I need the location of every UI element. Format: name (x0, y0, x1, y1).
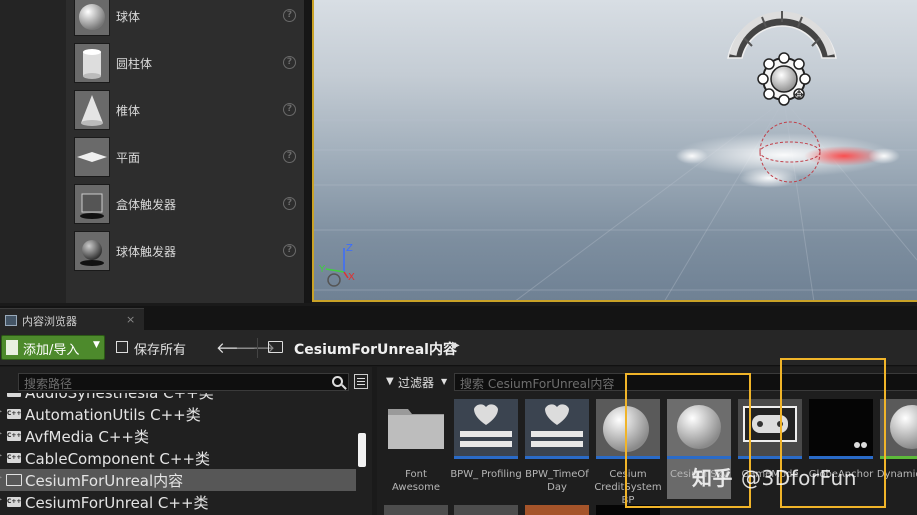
asset-tile-bpw-profiling[interactable]: BPW_ Profiling (450, 399, 522, 499)
chevron-down-icon: ▼ (441, 377, 448, 386)
cpp-folder-icon: C++ (7, 431, 22, 441)
place-item-plane[interactable]: 平面 ? (74, 135, 298, 179)
content-browser-icon (5, 315, 17, 326)
cylinder-icon (74, 43, 110, 83)
save-all-button[interactable]: 保存所有 (115, 335, 215, 360)
tree-item-label: CesiumForUnreal C++类 (25, 494, 209, 512)
tree-item-selected[interactable]: ▸ CesiumForUnreal内容 (0, 469, 356, 491)
place-item-label: 球体 (116, 10, 141, 24)
place-item-cone[interactable]: 椎体 ? (74, 88, 298, 132)
asset-tile-row2[interactable] (454, 505, 518, 515)
help-icon[interactable]: ? (283, 150, 296, 163)
place-actors-list: 球体 ? 圆柱体 ? 椎体 ? 平面 ? 盒体触发器 ? 球体触发器 ? (66, 0, 305, 303)
help-icon[interactable]: ? (283, 9, 296, 22)
place-item-sphere-trigger[interactable]: 球体触发器 ? (74, 229, 298, 273)
axis-y-label: Y (318, 264, 326, 275)
axis-z-label: Z (346, 243, 353, 254)
filters-button[interactable]: ▼ 过滤器 ▼ (385, 373, 447, 391)
add-file-icon (6, 340, 18, 355)
place-item-label: 盒体触发器 (116, 198, 177, 212)
toolbar-divider (257, 338, 258, 358)
path-search-input[interactable]: 搜索路径 (18, 373, 349, 391)
cpp-folder-icon: C++ (7, 409, 22, 419)
place-item-cylinder[interactable]: 圆柱体 ? (74, 41, 298, 85)
content-browser-tabbar: 内容浏览器 × (0, 306, 917, 330)
place-categories-strip (0, 0, 66, 303)
watermark-logo: 知乎 (692, 466, 733, 490)
tree-item-label: CesiumForUnreal内容 (25, 472, 184, 490)
add-import-button[interactable]: 添加/导入 ▼ (1, 335, 105, 360)
asset-tile-row2[interactable] (525, 505, 589, 515)
search-icon[interactable] (332, 376, 343, 387)
save-icon (116, 341, 128, 353)
axis-x-label: X (348, 272, 355, 283)
tree-item-label: CableComponent C++类 (25, 450, 211, 468)
asset-search-placeholder: 搜索 CesiumForUnreal内容 (460, 377, 615, 391)
tree-item[interactable]: ▸ C++ AutomationUtils C++类 (0, 403, 356, 425)
place-item-sphere[interactable]: 球体 ? (74, 0, 298, 38)
save-all-label: 保存所有 (134, 343, 187, 358)
widget-blueprint-icon (454, 399, 518, 459)
tree-item[interactable]: ▸ C++ CesiumForUnreal C++类 (0, 491, 356, 513)
asset-name: BPW_ Profiling (450, 469, 522, 480)
close-icon[interactable]: × (126, 313, 135, 326)
sphere-icon (74, 0, 110, 36)
tree-item[interactable]: ▸ C++ AvfMedia C++类 (0, 425, 356, 447)
help-icon[interactable]: ? (283, 103, 296, 116)
asset-tile-row2[interactable] (384, 505, 448, 515)
breadcrumb-arrow-icon[interactable]: ▶ (452, 340, 460, 351)
watermark: 知乎 @3DforFun (692, 462, 857, 491)
cpp-folder-icon: C++ (7, 393, 21, 397)
help-icon[interactable]: ? (283, 56, 296, 69)
place-item-label: 球体触发器 (116, 245, 177, 259)
breadcrumb[interactable]: CesiumForUnreal内容 (294, 339, 457, 359)
box-trigger-icon (74, 184, 110, 224)
chevron-down-icon: ▼ (93, 340, 100, 350)
tree-item-label: AvfMedia C++类 (25, 428, 149, 446)
view-options-icon[interactable] (354, 374, 368, 389)
add-import-label: 添加/导入 (23, 343, 80, 358)
path-search-placeholder: 搜索路径 (24, 377, 73, 391)
tab-content-browser[interactable]: 内容浏览器 × (0, 308, 144, 330)
svg-text:✥: ✥ (794, 88, 804, 102)
filters-label: 过滤器 (398, 376, 435, 390)
folder-icon (384, 399, 448, 459)
sources-panel: 搜索路径 ▸ C++ AudioSynesthesia C++类 ▸ C++ A… (0, 367, 372, 515)
tree-scrollbar-thumb[interactable] (358, 433, 366, 467)
place-item-label: 平面 (116, 151, 141, 165)
folder-tree: ▸ C++ AudioSynesthesia C++类 ▸ C++ Automa… (0, 393, 356, 515)
asset-name: Font Awesome (392, 469, 440, 493)
help-icon[interactable]: ? (283, 197, 296, 210)
place-item-label: 圆柱体 (116, 57, 153, 71)
tab-title: 内容浏览器 (22, 315, 77, 328)
axis-widget: Z Y X (318, 243, 355, 287)
tree-item[interactable]: ▸ C++ CableComponent C++类 (0, 447, 356, 469)
folder-icon (6, 474, 22, 486)
editor-window: 球体 ? 圆柱体 ? 椎体 ? 平面 ? 盒体触发器 ? 球体触发器 ? ✥ Z… (0, 0, 917, 515)
place-actors-panel: 球体 ? 圆柱体 ? 椎体 ? 平面 ? 盒体触发器 ? 球体触发器 ? (0, 0, 312, 303)
sphere-trigger-icon (74, 231, 110, 271)
viewport-scene: ✥ Z Y X (314, 11, 917, 300)
asset-name: BPW_TimeOf Day (525, 469, 589, 493)
cpp-folder-icon: C++ (7, 497, 22, 507)
cpp-folder-icon: C++ (7, 453, 22, 463)
place-item-label: 椎体 (116, 104, 141, 118)
place-list-scrollbar[interactable] (305, 0, 312, 303)
tree-item-label: AutomationUtils C++类 (25, 406, 201, 424)
filter-icon: ▼ (386, 376, 394, 387)
place-item-box-trigger[interactable]: 盒体触发器 ? (74, 182, 298, 226)
level-viewport[interactable]: ✥ Z Y X (312, 0, 917, 302)
watermark-handle: @3DforFun (741, 466, 857, 490)
widget-blueprint-icon (525, 399, 589, 459)
folder-icon (268, 341, 283, 353)
tree-item[interactable]: ▸ C++ AudioSynesthesia C++类 (0, 393, 356, 403)
directional-light-gizmo[interactable]: ✥ (727, 11, 837, 106)
asset-tile-font-awesome[interactable]: Font Awesome (384, 399, 448, 499)
tree-item-label: AudioSynesthesia C++类 (25, 393, 214, 402)
cone-icon (74, 90, 110, 130)
plane-icon (74, 137, 110, 177)
asset-tile-bpw-timeofday[interactable]: BPW_TimeOf Day (525, 399, 589, 499)
help-icon[interactable]: ? (283, 244, 296, 257)
